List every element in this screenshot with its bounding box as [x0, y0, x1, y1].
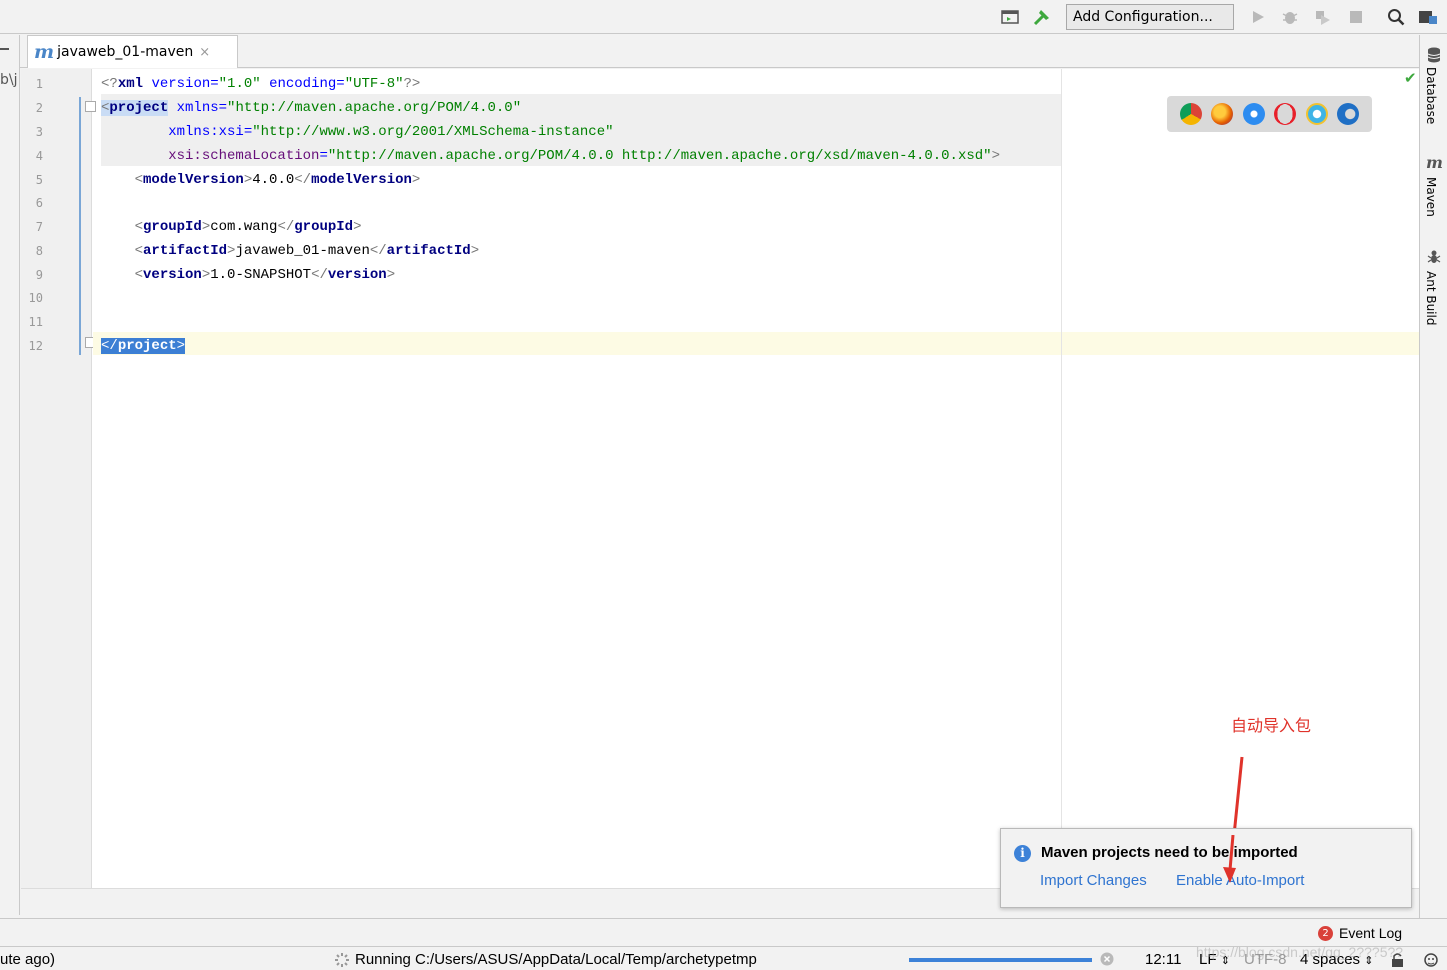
ant-build-tool-tab[interactable]: Ant Build	[1424, 271, 1438, 325]
cancel-task-icon[interactable]	[1100, 952, 1114, 970]
close-icon[interactable]: ×	[199, 45, 210, 60]
tab-javaweb-01-maven[interactable]: m javaweb_01-maven ×	[27, 35, 238, 68]
no-problems-check-icon: ✔	[1404, 69, 1417, 87]
status-message[interactable]: ute ago)	[0, 951, 55, 968]
code-line-9: <version>1.0-SNAPSHOT</version>	[134, 267, 396, 283]
line-number: 11	[28, 315, 43, 329]
code-line-4: xsi:schemaLocation="http://maven.apache.…	[168, 148, 1000, 164]
internet-explorer-icon[interactable]	[1305, 103, 1328, 125]
opera-icon[interactable]	[1274, 103, 1297, 125]
main-toolbar: Add Configuration...	[0, 0, 1447, 34]
line-number: 4	[35, 149, 43, 163]
annotation-arrow-overlay	[1223, 835, 1236, 883]
code-editor[interactable]: 1 2 3 4 5 6 7 8 9 10 11 12 <?xml version…	[21, 69, 1419, 888]
right-margin-guide	[1061, 69, 1062, 888]
line-number: 3	[35, 125, 43, 139]
watermark-text: https://blog.csdn.net/qq_2???5??	[1196, 944, 1404, 960]
code-line-7: <groupId>com.wang</groupId>	[134, 219, 362, 235]
line-number: 5	[35, 173, 43, 187]
left-tool-strip	[0, 35, 20, 915]
coverage-icon[interactable]	[1312, 7, 1332, 27]
event-log-button[interactable]: 2 Event Log	[1318, 925, 1402, 941]
stop-icon[interactable]	[1346, 7, 1366, 27]
firefox-icon[interactable]	[1211, 103, 1234, 125]
background-task-text[interactable]: Running C:/Users/ASUS/AppData/Local/Temp…	[355, 951, 757, 968]
code-line-2: <project xmlns="http://maven.apache.org/…	[101, 100, 522, 116]
code-line-12: </project>	[101, 338, 186, 354]
maven-file-icon: m	[34, 41, 55, 63]
info-icon: i	[1014, 845, 1031, 862]
editor-tab-row: m javaweb_01-maven ×	[20, 35, 1419, 68]
annotation-text: 自动导入包	[1231, 716, 1312, 735]
right-tool-window-bar: Database m Maven Ant Build	[1419, 35, 1447, 918]
line-number-gutter: 1 2 3 4 5 6 7 8 9 10 11 12	[21, 69, 96, 888]
project-settings-icon[interactable]	[1418, 7, 1438, 27]
line-number: 1	[35, 77, 43, 91]
clipped-path-text: b\j	[0, 72, 18, 88]
enable-auto-import-link[interactable]: Enable Auto-Import	[1176, 872, 1304, 889]
project-structure-icon[interactable]	[1000, 7, 1020, 27]
fold-toggle-icon[interactable]	[85, 101, 96, 112]
notification-title: Maven projects need to be imported	[1041, 844, 1298, 861]
maven-tool-tab[interactable]: Maven	[1424, 177, 1438, 217]
line-number: 7	[35, 220, 43, 234]
line-number: 8	[35, 244, 43, 258]
background-task-progress	[909, 958, 1092, 962]
collapse-icon[interactable]	[0, 48, 9, 50]
tab-label: javaweb_01-maven	[57, 44, 194, 60]
edge-icon[interactable]	[1337, 103, 1360, 125]
line-number: 10	[28, 291, 43, 305]
chrome-icon[interactable]	[1179, 103, 1202, 125]
line-number: 12	[28, 339, 43, 353]
code-line-3: xmlns:xsi="http://www.w3.org/2001/XMLSch…	[168, 124, 614, 140]
database-tool-tab[interactable]: Database	[1424, 67, 1438, 124]
ide-window: Add Configuration... b\j m javaweb_01-ma…	[0, 0, 1447, 970]
code-line-1: <?xml version="1.0" encoding="UTF-8"?>	[101, 76, 421, 92]
bottom-tool-strip	[0, 918, 1447, 946]
line-number: 6	[35, 196, 43, 210]
spinner-icon	[334, 952, 350, 970]
safari-icon[interactable]	[1242, 103, 1265, 125]
open-in-browser-bar	[1167, 96, 1372, 132]
progress-fill	[909, 958, 1092, 962]
line-number: 2	[35, 101, 43, 115]
caret-position[interactable]: 12:11	[1145, 951, 1181, 968]
search-icon[interactable]	[1386, 7, 1406, 27]
debug-icon[interactable]	[1280, 7, 1300, 27]
ant-icon	[1426, 249, 1442, 265]
event-log-label: Event Log	[1339, 925, 1403, 941]
event-count-badge: 2	[1318, 925, 1333, 941]
caret-line-highlight	[93, 332, 1419, 355]
fold-region-indicator	[79, 97, 81, 355]
maven-import-notification: i Maven projects need to be imported Imp…	[1000, 828, 1412, 908]
code-line-5: <modelVersion>4.0.0</modelVersion>	[134, 172, 421, 188]
build-hammer-icon[interactable]	[1032, 7, 1052, 27]
import-changes-link[interactable]: Import Changes	[1040, 872, 1147, 889]
line-number: 9	[35, 268, 43, 282]
inspector-face-icon[interactable]	[1422, 951, 1440, 970]
database-icon	[1426, 47, 1442, 63]
run-icon[interactable]	[1248, 7, 1268, 27]
code-line-8: <artifactId>javaweb_01-maven</artifactId…	[134, 243, 480, 259]
add-configuration-button[interactable]: Add Configuration...	[1066, 4, 1234, 30]
maven-icon: m	[1426, 153, 1443, 172]
